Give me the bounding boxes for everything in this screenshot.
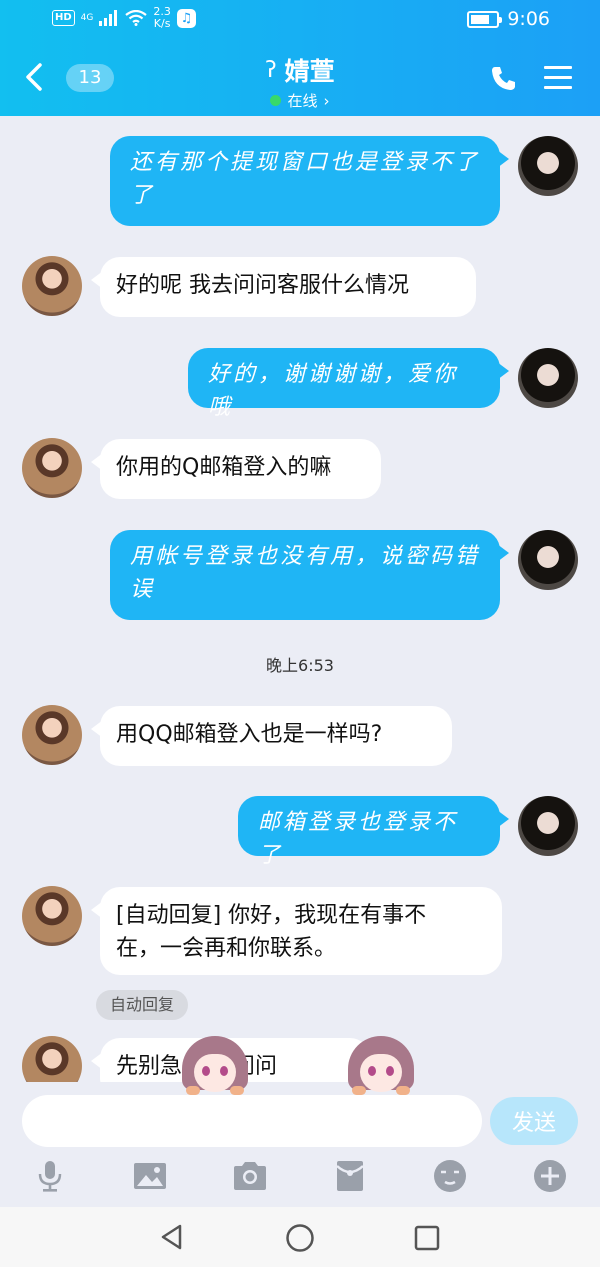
system-nav-bar [0,1207,600,1267]
outgoing-message[interactable]: 好的，谢谢谢谢，爱你哦 [188,348,509,420]
wifi-icon [125,10,148,26]
outgoing-message[interactable]: 用帐号登录也没有用，说密码错 误 [110,530,509,620]
nav-back-icon[interactable] [158,1223,186,1251]
contact-avatar[interactable] [22,438,82,498]
status-bar: HD 4G 2.3 K/s ♫ 9:06 [0,0,600,40]
plus-icon[interactable] [532,1158,568,1194]
message-line: 在，一会再和你联系。 [116,936,337,961]
message-timestamp: 晚上6:53 [266,656,334,675]
message-input[interactable] [22,1095,482,1147]
nav-home-icon[interactable] [285,1223,315,1253]
message-line: 误 [130,577,156,602]
image-icon[interactable] [132,1158,168,1194]
incoming-message[interactable]: 好的呢 我去问问客服什么情况 [91,257,476,317]
battery-icon [467,10,503,28]
message-text: 好的呢 我去问问客服什么情况 [116,273,409,298]
contact-avatar[interactable] [22,1036,82,1082]
anime-girl-sticker [348,1036,414,1096]
microphone-icon[interactable] [32,1158,68,1194]
red-packet-icon[interactable] [332,1158,368,1194]
network-speed: 2.3 K/s [153,6,171,30]
message-text: 邮箱登录也登录不了 [258,810,459,868]
emoji-icon[interactable] [432,1158,468,1194]
contact-name: 婧萱 [284,57,335,86]
contact-avatar[interactable] [22,886,82,946]
contact-avatar[interactable] [22,705,82,765]
message-line: 还有那个提现窗口也是登录不了 [130,150,481,175]
send-button[interactable]: 发送 [490,1097,578,1145]
camera-icon[interactable] [232,1158,268,1194]
chat-header: HD 4G 2.3 K/s ♫ 9:06 13 ʔ 婧萱 在线 › [0,0,600,116]
auto-reply-tag: 自动回复 [96,990,188,1020]
battery-fill [471,14,490,24]
message-text: 你用的Q邮箱登入的嘛 [116,455,332,480]
anime-girl-sticker [182,1036,248,1096]
nav-recents-icon[interactable] [413,1224,441,1252]
my-avatar[interactable] [518,348,578,408]
online-label: 在线 [287,92,318,110]
online-dot-icon [270,95,282,106]
music-app-icon: ♫ [176,8,196,28]
chevron-right-icon: › [323,91,330,110]
incoming-message[interactable]: 用QQ邮箱登入也是一样吗? [91,706,452,766]
outgoing-message[interactable]: 还有那个提现窗口也是登录不了 了 [110,136,509,226]
phone-call-button[interactable] [490,64,518,92]
outgoing-message[interactable]: 邮箱登录也登录不了 [238,796,509,868]
my-avatar[interactable] [518,136,578,196]
ear-icon: ʔ [265,57,277,83]
message-line: [自动回复] 你好，我现在有事不 [116,903,427,928]
partial-message-row: 先别急 帮你问问 [0,1030,600,1082]
message-text: 用QQ邮箱登入也是一样吗? [116,722,383,747]
my-avatar[interactable] [518,530,578,590]
speed-unit: K/s [153,17,171,30]
message-line: 用帐号登录也没有用，说密码错 [130,544,481,569]
network-type: 4G [80,13,94,23]
incoming-message[interactable]: 你用的Q邮箱登入的嘛 [91,439,381,499]
signal-icon [99,10,118,26]
online-status[interactable]: 在线 › [270,90,330,111]
status-time: 9:06 [507,8,550,30]
hd-badge: HD [52,10,75,26]
contact-avatar[interactable] [22,256,82,316]
incoming-message[interactable]: [自动回复] 你好，我现在有事不 在，一会再和你联系。 [91,887,502,975]
message-text: 好的，谢谢谢谢，爱你哦 [208,362,459,420]
message-line: 了 [130,183,156,208]
my-avatar[interactable] [518,796,578,856]
menu-button[interactable] [544,66,572,90]
